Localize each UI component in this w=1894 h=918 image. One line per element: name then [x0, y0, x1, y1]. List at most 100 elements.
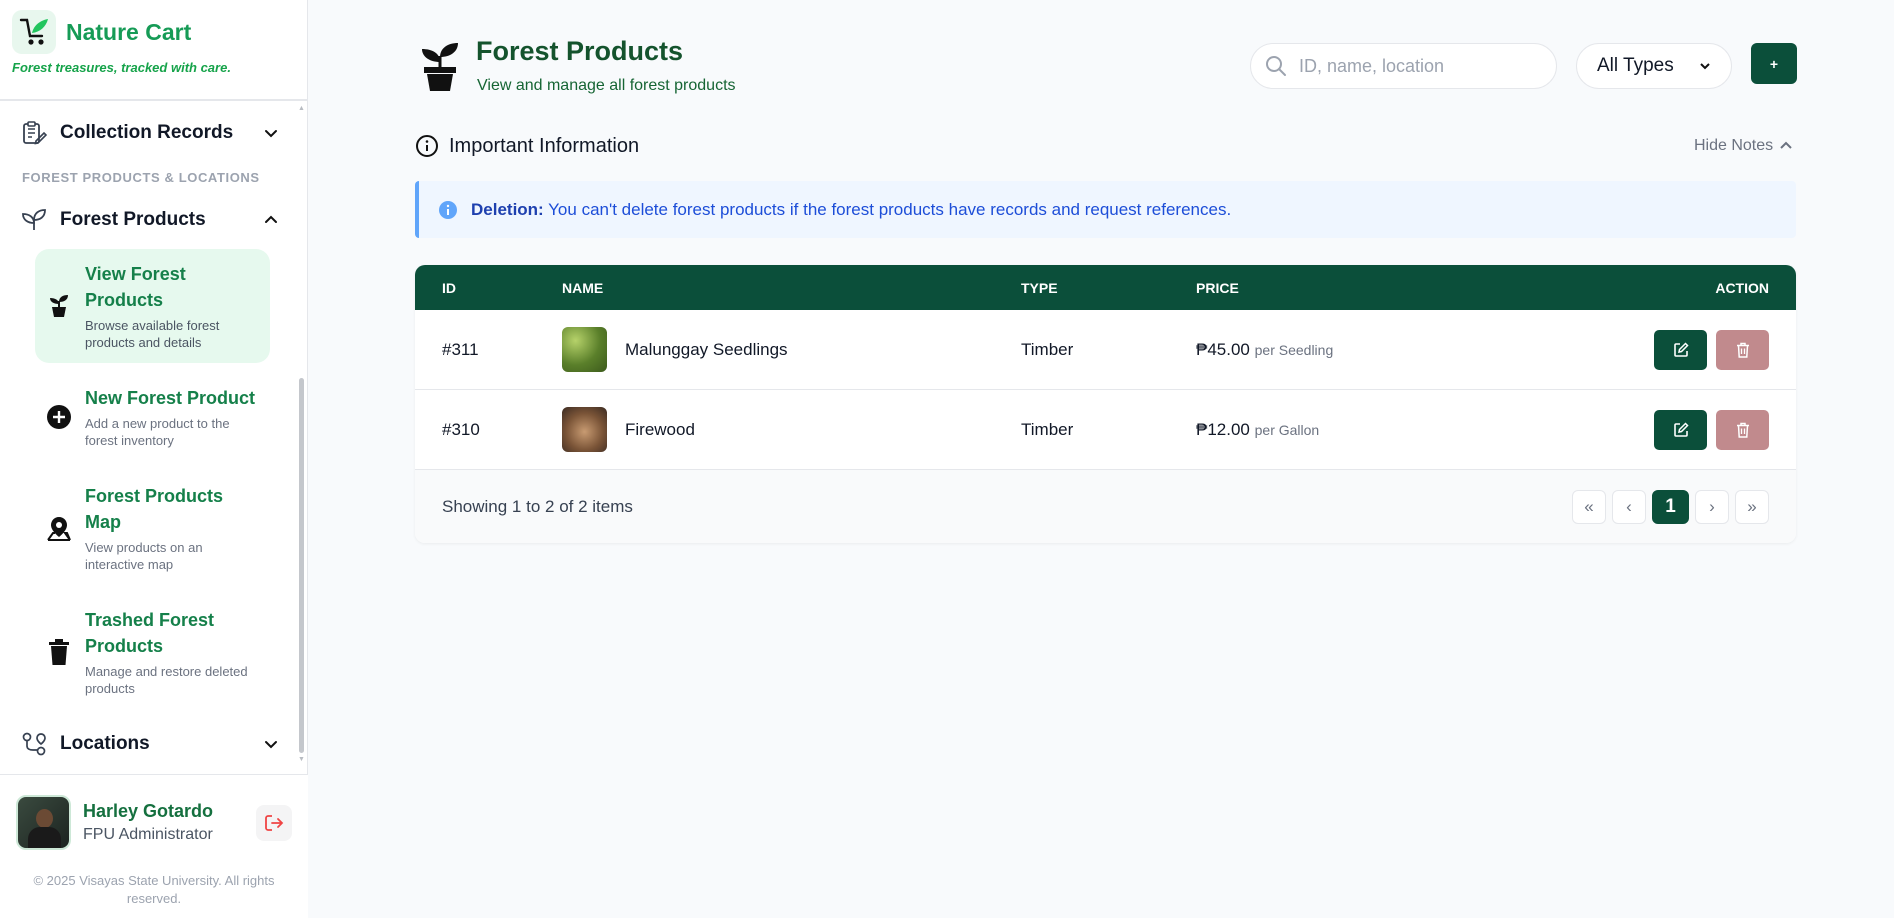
logout-button[interactable] — [256, 804, 292, 841]
notice-text: You can't delete forest products if the … — [548, 199, 1232, 219]
trash-icon — [1736, 342, 1749, 358]
column-header-name[interactable]: NAME — [562, 280, 1021, 296]
sidebar-group-collection-records[interactable]: Collection Records — [0, 104, 300, 162]
potted-plant-icon — [422, 43, 458, 91]
trash-icon — [1736, 422, 1749, 438]
row-type: Timber — [1021, 339, 1074, 359]
chevron-down-icon — [265, 130, 277, 138]
column-header-type[interactable]: TYPE — [1021, 280, 1196, 296]
row-price: ₱12.00 — [1196, 419, 1250, 439]
sidebar-item-title: New Forest Product — [85, 388, 256, 408]
showing-count: Showing 1 to 2 of 2 items — [442, 496, 633, 516]
sidebar-item-new-forest-product[interactable]: New Forest Product Add a new product to … — [35, 373, 270, 461]
sidebar-item-forest-products-map[interactable]: Forest Products Map View products on an … — [35, 471, 270, 585]
row-unit: per Seedling — [1254, 341, 1334, 358]
sidebar-group-label: Collection Records — [60, 122, 234, 143]
brand-name[interactable]: Nature Cart — [66, 19, 191, 46]
type-filter-select[interactable]: All Types — [1576, 43, 1732, 89]
last-page-button[interactable]: » — [1735, 489, 1769, 524]
sidebar-item-desc: Add a new product to the forest inventor… — [85, 416, 230, 448]
table-header: ID NAME TYPE PRICE ACTION — [415, 265, 1796, 310]
sidebar-item-trashed-forest-products[interactable]: Trashed Forest Products Manage and resto… — [35, 595, 270, 709]
sprout-icon — [22, 209, 46, 230]
edit-button[interactable] — [1654, 329, 1707, 370]
copyright: © 2025 Visayas State University. All rig… — [33, 873, 275, 906]
sidebar-nav: Collection Records FOREST PRODUCTS & LOC… — [0, 104, 300, 764]
route-location-icon — [22, 732, 46, 756]
chevron-up-icon — [265, 215, 277, 223]
sidebar-item-desc: View products on an interactive map — [85, 540, 203, 572]
product-thumbnail — [562, 407, 607, 452]
cart-leaf-logo-icon — [12, 10, 56, 54]
info-title: Important Information — [449, 134, 640, 157]
search-icon — [1266, 56, 1286, 76]
sidebar: Nature Cart Forest treasures, tracked wi… — [0, 0, 308, 918]
map-pin-icon — [47, 517, 71, 541]
user-panel: Harley Gotardo FPU Administrator © 2025 … — [0, 774, 308, 918]
sidebar-group-forest-products[interactable]: Forest Products — [0, 191, 300, 249]
info-circle-icon — [416, 135, 438, 157]
logout-icon — [265, 814, 284, 831]
table-row[interactable]: #311 Malunggay Seedlings Timber ₱45.00 p… — [415, 310, 1796, 390]
products-table: ID NAME TYPE PRICE ACTION #311 Malunggay… — [415, 265, 1796, 543]
sidebar-item-title: Forest Products Map — [85, 486, 224, 532]
search-input[interactable] — [1299, 55, 1539, 77]
pagination: « ‹ 1 › » — [1572, 489, 1769, 524]
chevron-up-icon — [1780, 141, 1792, 149]
page-1-button[interactable]: 1 — [1652, 489, 1689, 524]
avatar[interactable] — [16, 795, 71, 850]
hide-notes-toggle[interactable]: Hide Notes — [1694, 137, 1793, 155]
clipboard-edit-icon — [23, 121, 48, 145]
scroll-down-arrow-icon[interactable]: ▼ — [298, 756, 305, 763]
brand: Nature Cart Forest treasures, tracked wi… — [0, 0, 307, 101]
info-filled-icon — [439, 200, 457, 219]
row-unit: per Gallon — [1254, 421, 1320, 438]
edit-icon — [1673, 421, 1689, 437]
hide-notes-label: Hide Notes — [1694, 137, 1774, 154]
user-name: Harley Gotardo — [83, 801, 214, 821]
chevron-down-icon — [265, 741, 277, 749]
column-header-id[interactable]: ID — [415, 280, 562, 296]
plus-circle-icon — [47, 405, 71, 429]
section-label: FOREST PRODUCTS & LOCATIONS — [22, 170, 260, 185]
column-header-price[interactable]: PRICE — [1196, 280, 1646, 296]
sidebar-item-desc: Manage and restore deleted products — [85, 664, 248, 696]
notice-label: Deletion: — [471, 199, 544, 219]
sidebar-group-locations[interactable]: Locations — [0, 715, 300, 764]
add-product-button[interactable]: + — [1751, 43, 1797, 84]
row-id: #311 — [442, 339, 479, 359]
first-page-button[interactable]: « — [1572, 489, 1606, 524]
type-filter-value: All Types — [1597, 55, 1674, 76]
prev-page-button[interactable]: ‹ — [1612, 489, 1646, 524]
potted-plant-icon — [50, 295, 68, 317]
trash-icon — [49, 639, 69, 665]
sidebar-item-view-forest-products[interactable]: View Forest Products Browse available fo… — [35, 249, 270, 363]
delete-button[interactable] — [1716, 329, 1769, 370]
page-title: Forest Products — [476, 36, 684, 66]
table-row[interactable]: #310 Firewood Timber ₱12.00 per Gallon — [415, 390, 1796, 470]
sidebar-group-label: Forest Products — [60, 209, 206, 230]
search-box[interactable] — [1250, 43, 1557, 89]
scroll-up-arrow-icon[interactable]: ▲ — [298, 105, 305, 112]
column-header-action: ACTION — [1715, 279, 1769, 296]
row-id: #310 — [442, 419, 480, 439]
page-subtitle: View and manage all forest products — [477, 77, 736, 94]
brand-tagline: Forest treasures, tracked with care. — [12, 60, 231, 75]
deletion-notice: Deletion: You can't delete forest produc… — [415, 181, 1796, 238]
next-page-button[interactable]: › — [1695, 489, 1729, 524]
edit-button[interactable] — [1654, 409, 1707, 450]
user-role: FPU Administrator — [83, 826, 213, 843]
product-thumbnail — [562, 327, 607, 372]
sidebar-item-title: Trashed Forest Products — [85, 610, 215, 656]
chevron-down-icon — [1700, 63, 1710, 70]
delete-button[interactable] — [1716, 409, 1769, 450]
edit-icon — [1673, 341, 1689, 357]
table-footer: Showing 1 to 2 of 2 items « ‹ 1 › » — [415, 470, 1796, 543]
sidebar-item-desc: Browse available forest products and det… — [85, 318, 220, 350]
sidebar-scrollbar[interactable] — [299, 378, 304, 753]
sidebar-group-label: Locations — [60, 733, 150, 754]
row-type: Timber — [1021, 419, 1074, 439]
row-name: Malunggay Seedlings — [625, 339, 788, 359]
row-price: ₱45.00 — [1196, 339, 1250, 359]
row-name: Firewood — [625, 419, 695, 439]
